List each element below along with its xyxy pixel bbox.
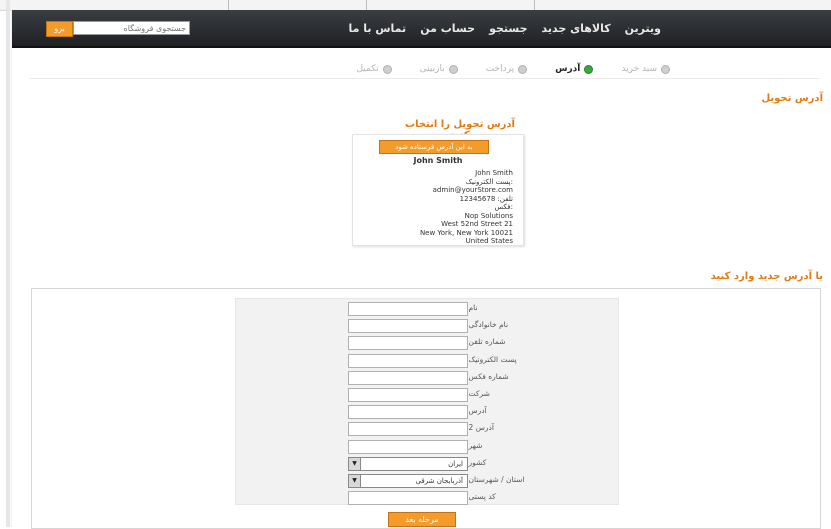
- address-line: New York, New York 10021: [419, 228, 513, 237]
- address-form-input[interactable]: [348, 336, 468, 351]
- selected-value: ایران: [448, 459, 463, 468]
- state-select[interactable]: ▼ آذربایجان شرقی: [348, 474, 468, 488]
- step-icon: [661, 64, 670, 74]
- new-address-form: نام: نام خانوادگی: شماره تلفن: پست الکترونی…: [235, 298, 619, 506]
- form-row: شماره فکس:: [236, 370, 618, 385]
- next-step-button[interactable]: مرحله بعد: [388, 512, 456, 527]
- address-line: پست الکترونیک:: [465, 177, 513, 186]
- address-form-input[interactable]: [348, 491, 468, 506]
- step-icon: [518, 64, 528, 74]
- form-field-label: کد پستی:: [466, 492, 496, 502]
- address-form-input[interactable]: [348, 405, 468, 420]
- form-row: آدرس:: [236, 405, 618, 420]
- address-line: United States: [465, 237, 513, 245]
- main-menu: ویترین کالاهای جدید جستجو حساب من تماس ب…: [349, 10, 661, 46]
- address-form-input[interactable]: [348, 439, 468, 454]
- address-lines: John Smith پست الکترونیک: admin@yourStore.…: [420, 169, 513, 246]
- form-row: کد پستی:: [236, 491, 618, 506]
- step-icon: [382, 64, 392, 74]
- address-form-input[interactable]: [348, 370, 468, 385]
- nav-item-my-account[interactable]: حساب من: [420, 22, 475, 35]
- chevron-down-icon[interactable]: ▼: [349, 457, 361, 470]
- form-row: شرکت:: [236, 388, 618, 402]
- form-row: پست الکترونیک:: [236, 353, 618, 368]
- nav-item-home[interactable]: ویترین: [625, 22, 661, 35]
- form-field-label: پست الکترونیک:: [466, 354, 517, 364]
- address-form-input[interactable]: [348, 422, 468, 437]
- form-field-label: شماره تلفن:: [466, 337, 506, 347]
- form-field-label: شرکت:: [466, 389, 490, 398]
- form-field-label: آدرس:: [466, 406, 487, 416]
- search-button[interactable]: برو: [46, 21, 74, 37]
- checkout-step-label: آدرس: [555, 64, 581, 74]
- checkout-step-label: پرداخت: [485, 64, 515, 74]
- checkout-step: پرداخت: [485, 64, 528, 74]
- address-line: Nop Solutions: [464, 211, 513, 220]
- store-search: برو: [46, 21, 190, 37]
- address-line: تلفن: 12345678: [459, 194, 513, 203]
- form-row: شماره تلفن:: [236, 336, 618, 351]
- address-line: John Smith: [475, 169, 513, 177]
- checkout-progress: سبد خرید آدرس پرداخت بازبینی تکمیل: [230, 60, 670, 78]
- selected-value: آذربایجان شرقی: [415, 477, 463, 485]
- checkout-step: سبد خرید: [621, 64, 670, 74]
- form-row: استان / شهرستان: ▼ آذربایجان شرقی: [236, 474, 618, 488]
- address-line: West 52nd Street 21: [441, 220, 513, 228]
- form-field-label: آدرس 2:: [466, 423, 494, 433]
- nav-item-new-products[interactable]: کالاهای جدید: [542, 22, 611, 35]
- nav-item-search[interactable]: جستجو: [489, 22, 527, 35]
- form-field-label: شماره فکس:: [466, 371, 509, 381]
- form-field-label: کشور:: [466, 457, 487, 467]
- page-title: آدرس تحویل: [761, 93, 823, 104]
- checkout-step: آدرس: [555, 64, 594, 74]
- country-select[interactable]: ▼ ایران: [348, 456, 468, 471]
- page-left-border: [11, 10, 12, 527]
- form-field-label: استان / شهرستان:: [466, 475, 525, 484]
- checkout-step: تکمیل: [356, 64, 392, 74]
- checkout-step: بازبینی: [420, 64, 458, 74]
- nav-item-contact-us[interactable]: تماس با ما: [349, 22, 407, 35]
- checkout-step-label: بازبینی: [419, 64, 445, 74]
- address-form-input[interactable]: [348, 388, 468, 402]
- form-row: کشور: ▼ ایران: [236, 456, 618, 471]
- chevron-down-icon[interactable]: ▼: [349, 475, 361, 487]
- form-field-label: نام خانوادگی:: [466, 320, 509, 330]
- form-field-label: شهر:: [466, 440, 483, 450]
- new-address-heading: یا آدرس جدید وارد کنید: [710, 271, 823, 282]
- form-row: آدرس 2:: [236, 422, 618, 437]
- form-row: نام:: [236, 302, 618, 316]
- address-line: فکس:: [494, 203, 514, 211]
- step-icon: [448, 64, 458, 74]
- address-form-input[interactable]: [348, 353, 468, 368]
- checkout-step-label: تکمیل: [356, 64, 379, 74]
- address-form-input[interactable]: [348, 302, 468, 316]
- active-step-icon: [584, 64, 594, 74]
- address-line: admin@yourStore.com: [432, 186, 513, 194]
- store-search-input[interactable]: [73, 21, 190, 35]
- ship-to-this-address-button[interactable]: به این آدرس فرستاده شود: [379, 140, 489, 154]
- address-card-name: John Smith: [413, 156, 463, 165]
- form-row: شهر:: [236, 439, 618, 454]
- checkout-step-label: سبد خرید: [621, 64, 657, 74]
- form-row: نام خانوادگی:: [236, 319, 618, 334]
- window-left-edge: [6, 0, 10, 527]
- top-navigation-bar: ویترین کالاهای جدید جستجو حساب من تماس ب…: [12, 10, 831, 48]
- progress-divider: [30, 78, 820, 79]
- address-form-input[interactable]: [348, 319, 468, 334]
- address-card: به این آدرس فرستاده شود John Smith John …: [352, 134, 524, 246]
